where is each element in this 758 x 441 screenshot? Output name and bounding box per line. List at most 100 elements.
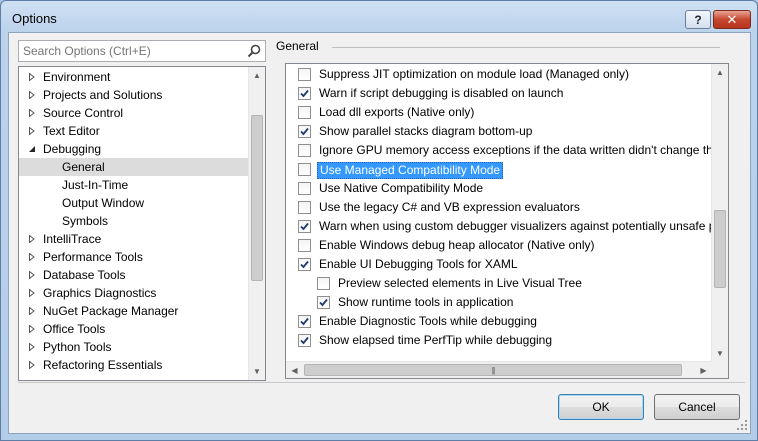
- scroll-down-arrow-icon[interactable]: ▼: [712, 345, 728, 362]
- search-icon[interactable]: [246, 43, 262, 59]
- tree-item-performance-tools[interactable]: Performance Tools: [19, 248, 249, 266]
- option-label[interactable]: Use the legacy C# and VB expression eval…: [317, 200, 582, 215]
- option-row[interactable]: Use the legacy C# and VB expression eval…: [286, 198, 712, 217]
- scroll-left-arrow-icon[interactable]: ◀: [286, 362, 303, 378]
- tree-item-just-in-time[interactable]: Just-In-Time: [19, 176, 249, 194]
- option-row[interactable]: Show runtime tools in application: [286, 293, 712, 312]
- options-vertical-scrollbar[interactable]: ▲ ▼: [711, 64, 728, 362]
- cancel-button[interactable]: Cancel: [654, 394, 740, 420]
- option-label[interactable]: Ignore GPU memory access exceptions if t…: [317, 143, 728, 158]
- option-row[interactable]: Load dll exports (Native only): [286, 103, 712, 122]
- option-label[interactable]: Use Native Compatibility Mode: [317, 181, 485, 196]
- close-button[interactable]: ✕: [713, 10, 751, 29]
- option-row[interactable]: Ignore GPU memory access exceptions if t…: [286, 141, 728, 160]
- scroll-up-arrow-icon[interactable]: ▲: [712, 64, 728, 81]
- option-label[interactable]: Show parallel stacks diagram bottom-up: [317, 124, 534, 139]
- option-checkbox[interactable]: [298, 163, 311, 176]
- option-checkbox[interactable]: [317, 296, 330, 309]
- section-divider: [332, 47, 720, 48]
- tree-item-source-control[interactable]: Source Control: [19, 104, 249, 122]
- option-row[interactable]: Enable Windows debug heap allocator (Nat…: [286, 236, 712, 255]
- option-checkbox[interactable]: [298, 68, 311, 81]
- tree-item-environment[interactable]: Environment: [19, 68, 249, 86]
- tree-item-nuget-package-manager[interactable]: NuGet Package Manager: [19, 302, 249, 320]
- option-label[interactable]: Warn if script debugging is disabled on …: [317, 86, 565, 101]
- option-checkbox[interactable]: [298, 220, 311, 233]
- tree-item-label: NuGet Package Manager: [43, 304, 179, 318]
- tree-scrollbar[interactable]: ▲ ▼: [248, 67, 265, 380]
- option-checkbox[interactable]: [298, 334, 311, 347]
- option-row[interactable]: Enable Diagnostic Tools while debugging: [286, 312, 712, 331]
- tree-item-text-editor[interactable]: Text Editor: [19, 122, 249, 140]
- collapsed-arrow-icon[interactable]: [28, 325, 36, 333]
- option-row[interactable]: Suppress JIT optimization on module load…: [286, 65, 712, 84]
- scroll-down-arrow-icon[interactable]: ▼: [249, 363, 265, 380]
- help-button[interactable]: ?: [685, 10, 711, 29]
- resize-grip-icon[interactable]: [736, 419, 748, 431]
- expanded-arrow-icon[interactable]: [28, 145, 36, 153]
- tree-item-python-tools[interactable]: Python Tools: [19, 338, 249, 356]
- options-scroll-thumb[interactable]: [714, 210, 726, 288]
- option-checkbox[interactable]: [298, 201, 311, 214]
- option-row[interactable]: Show parallel stacks diagram bottom-up: [286, 122, 712, 141]
- title-bar[interactable]: Options ? ✕: [1, 1, 757, 33]
- option-label[interactable]: Enable UI Debugging Tools for XAML: [317, 257, 520, 272]
- collapsed-arrow-icon[interactable]: [28, 73, 36, 81]
- option-checkbox[interactable]: [317, 277, 330, 290]
- collapsed-arrow-icon[interactable]: [28, 235, 36, 243]
- option-label[interactable]: Preview selected elements in Live Visual…: [336, 276, 584, 291]
- option-label[interactable]: Suppress JIT optimization on module load…: [317, 67, 631, 82]
- tree-item-general[interactable]: General: [19, 158, 249, 176]
- tree-item-intellitrace[interactable]: IntelliTrace: [19, 230, 249, 248]
- scroll-right-arrow-icon[interactable]: ▶: [695, 362, 712, 378]
- option-row[interactable]: Enable UI Debugging Tools for XAML: [286, 255, 712, 274]
- collapsed-arrow-icon[interactable]: [28, 253, 36, 261]
- collapsed-arrow-icon[interactable]: [28, 289, 36, 297]
- tree-item-output-window[interactable]: Output Window: [19, 194, 249, 212]
- tree-item-symbols[interactable]: Symbols: [19, 212, 249, 230]
- option-checkbox[interactable]: [298, 258, 311, 271]
- option-row[interactable]: Warn if script debugging is disabled on …: [286, 84, 712, 103]
- option-checkbox[interactable]: [298, 106, 311, 119]
- option-row[interactable]: Show elapsed time PerfTip while debuggin…: [286, 331, 712, 350]
- option-row[interactable]: Use Native Compatibility Mode: [286, 179, 712, 198]
- option-checkbox[interactable]: [298, 239, 311, 252]
- option-label[interactable]: Show elapsed time PerfTip while debuggin…: [317, 333, 554, 348]
- tree-item-office-tools[interactable]: Office Tools: [19, 320, 249, 338]
- option-checkbox[interactable]: [298, 315, 311, 328]
- collapsed-arrow-icon[interactable]: [28, 361, 36, 369]
- tree-scroll-thumb[interactable]: [251, 115, 263, 281]
- tree-item-database-tools[interactable]: Database Tools: [19, 266, 249, 284]
- tree-item-projects-and-solutions[interactable]: Projects and Solutions: [19, 86, 249, 104]
- tree-item-graphics-diagnostics[interactable]: Graphics Diagnostics: [19, 284, 249, 302]
- option-label[interactable]: Show runtime tools in application: [336, 295, 515, 310]
- tree-item-refactoring-essentials[interactable]: Refactoring Essentials: [19, 356, 249, 374]
- option-label[interactable]: Enable Windows debug heap allocator (Nat…: [317, 238, 597, 253]
- collapsed-arrow-icon[interactable]: [28, 127, 36, 135]
- option-row[interactable]: Use Managed Compatibility Mode: [286, 160, 712, 179]
- collapsed-arrow-icon[interactable]: [28, 109, 36, 117]
- option-checkbox[interactable]: [298, 125, 311, 138]
- options-hscroll-thumb[interactable]: |||: [304, 364, 682, 376]
- search-input[interactable]: [19, 41, 239, 61]
- ok-button[interactable]: OK: [558, 394, 644, 420]
- collapsed-arrow-icon[interactable]: [28, 271, 36, 279]
- tree-item-label: Just-In-Time: [62, 178, 129, 192]
- option-label[interactable]: Use Managed Compatibility Mode: [317, 162, 504, 179]
- option-row[interactable]: Warn when using custom debugger visualiz…: [286, 217, 726, 236]
- option-checkbox[interactable]: [298, 144, 311, 157]
- search-box[interactable]: [18, 40, 266, 62]
- collapsed-arrow-icon[interactable]: [28, 343, 36, 351]
- option-row[interactable]: Preview selected elements in Live Visual…: [286, 274, 712, 293]
- tree-item-debugging[interactable]: Debugging: [19, 140, 249, 158]
- scroll-up-arrow-icon[interactable]: ▲: [249, 67, 265, 84]
- option-checkbox[interactable]: [298, 182, 311, 195]
- option-checkbox[interactable]: [298, 87, 311, 100]
- options-horizontal-scrollbar[interactable]: ◀ ||| ▶: [286, 361, 712, 378]
- collapsed-arrow-icon[interactable]: [28, 307, 36, 315]
- option-label[interactable]: Enable Diagnostic Tools while debugging: [317, 314, 539, 329]
- collapsed-arrow-icon[interactable]: [28, 91, 36, 99]
- option-label[interactable]: Load dll exports (Native only): [317, 105, 476, 120]
- option-label[interactable]: Warn when using custom debugger visualiz…: [317, 219, 728, 234]
- tree-item-label: Debugging: [43, 142, 102, 156]
